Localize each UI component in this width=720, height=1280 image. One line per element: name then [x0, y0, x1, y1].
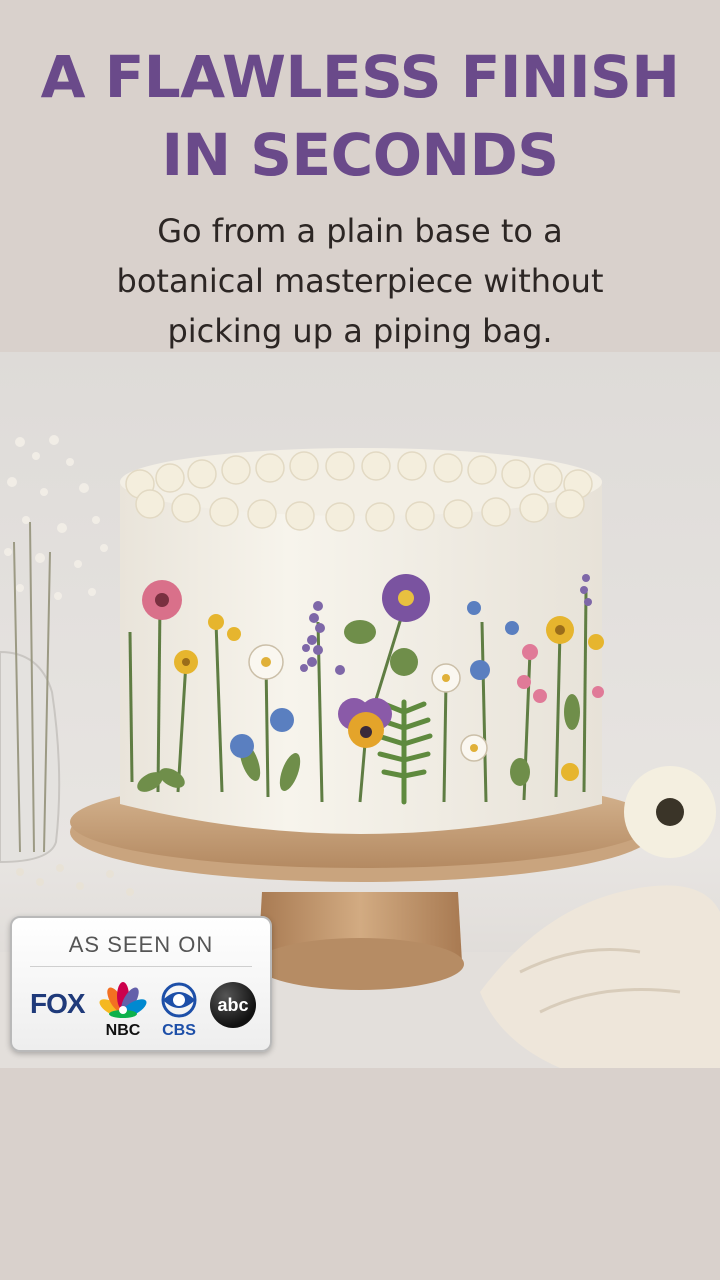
white-gerbera — [624, 766, 716, 858]
abc-logo: abc — [210, 982, 256, 1028]
fox-logo: FOX — [30, 988, 86, 1019]
subheadline-line-1: Go from a plain base to a — [157, 212, 563, 250]
as-seen-on-badge: AS SEEN ON FOX NBC CBS abc — [10, 916, 272, 1052]
subheadline-line-3: picking up a piping bag. — [167, 312, 553, 350]
headline: A FLAWLESS FINISH IN SECONDS — [0, 38, 720, 194]
nbc-logo: NBC — [98, 978, 148, 1042]
cbs-logo: CBS — [154, 978, 204, 1042]
nbc-wordmark: NBC — [105, 1022, 141, 1039]
subheadline: Go from a plain base to a botanical mast… — [60, 206, 660, 356]
cbs-eye-icon — [161, 982, 197, 1018]
cbs-wordmark: CBS — [162, 1022, 196, 1039]
purple-flower — [382, 574, 430, 622]
headline-line-2: IN SECONDS — [161, 121, 559, 189]
badge-divider — [30, 966, 252, 967]
pink-flower — [142, 580, 182, 620]
subheadline-line-2: botanical masterpiece without — [116, 262, 604, 300]
nbc-peacock-icon — [99, 982, 147, 1018]
headline-line-1: A FLAWLESS FINISH — [40, 43, 680, 111]
badge-title: AS SEEN ON — [68, 932, 214, 957]
